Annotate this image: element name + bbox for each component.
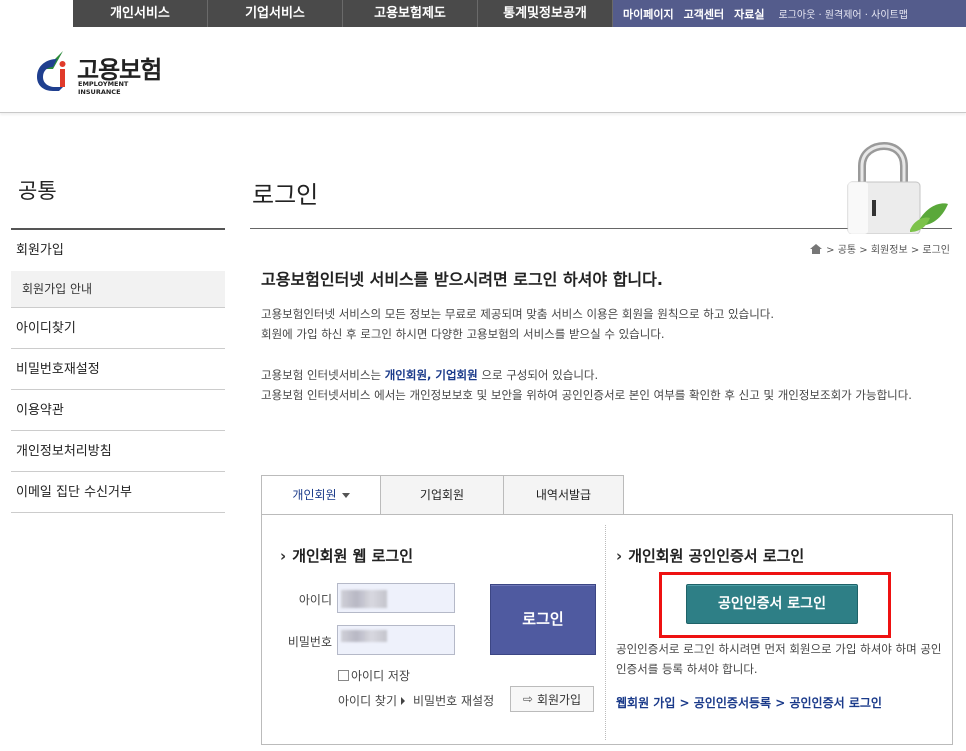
logo-subtext: EMPLOYMENT INSURANCE — [78, 80, 129, 96]
sidebar-subitem-join-guide[interactable]: 회원가입 안내 — [11, 271, 225, 308]
sign-in-icon: ⇨ — [522, 692, 533, 706]
save-id-label: 아이디 저장 — [351, 669, 411, 683]
top-bar-spacer — [0, 0, 73, 27]
cert-login-title: › 개인회원 공인인증서 로그인 — [616, 545, 804, 566]
util-resources-link[interactable]: 자료실 — [734, 6, 764, 22]
chevron-right-icon: › — [280, 547, 287, 565]
login-lead-text: 고용보험인터넷 서비스를 받으시려면 로그인 하셔야 합니다. — [261, 270, 663, 289]
padlock-icon — [847, 142, 948, 234]
logo-mark-icon — [37, 51, 66, 91]
tab-statement-issue[interactable]: 내역서발급 — [504, 475, 624, 515]
menu-statistics[interactable]: 통계및정보공개 — [478, 0, 613, 27]
web-login-title: › 개인회원 웹 로그인 — [280, 545, 413, 566]
menu-business-service[interactable]: 기업서비스 — [208, 0, 343, 27]
util-small-links[interactable]: 로그아웃 · 원격제어 · 사이트맵 — [778, 6, 907, 21]
sidebar-title: 공통 — [18, 179, 57, 203]
main-menu: 개인서비스 기업서비스 고용보험제도 통계및정보공개 — [73, 0, 613, 27]
site-logo[interactable]: 고용보험 EMPLOYMENT INSURANCE — [33, 47, 173, 96]
sidebar-item-email-reject[interactable]: 이메일 집단 수신거부 — [11, 472, 225, 513]
home-icon[interactable] — [810, 243, 823, 254]
join-button[interactable]: ⇨ 회원가입 — [510, 686, 594, 712]
security-notice: 고용보험 인터넷서비스 에서는 개인정보보호 및 보안을 위하여 공인인증서로 … — [261, 388, 912, 402]
certificate-steps-links[interactable]: 웹회원 가입 > 공인인증서등록 > 공인인증서 로그인 — [616, 694, 882, 711]
menu-insurance-system[interactable]: 고용보험제도 — [343, 0, 478, 27]
find-id-link[interactable]: 아이디 찾기 — [338, 692, 397, 709]
page-title: 로그인 — [252, 181, 319, 209]
password-label: 비밀번호 — [287, 635, 332, 649]
caret-down-icon — [341, 493, 350, 498]
tab-personal-member[interactable]: 개인회원 — [261, 475, 381, 515]
site-header: 고용보험 EMPLOYMENT INSURANCE — [0, 27, 966, 113]
password-input[interactable] — [337, 625, 455, 655]
member-types-line: 고용보험 인터넷서비스는 개인회원, 기업회원 으로 구성되어 있습니다. — [261, 365, 951, 385]
cert-login-title-text: 개인회원 공인인증서 로그인 — [628, 547, 805, 565]
sidebar-menu: 회원가입 회원가입 안내 아이디찾기 비밀번호재설정 이용약관 개인정보처리방침… — [11, 228, 225, 513]
intro-paragraph-1: 고용보험인터넷 서비스의 모든 정보는 무료로 제공되며 맞춤 서비스 이용은 … — [261, 304, 951, 344]
intro-paragraph-2: 고용보험 인터넷서비스는 개인회원, 기업회원 으로 구성되어 있습니다. 고용… — [261, 365, 951, 405]
breadcrumb-path[interactable]: > 공통 > 회원정보 > 로그인 — [826, 241, 950, 256]
sidebar-item-reset-password[interactable]: 비밀번호재설정 — [11, 349, 225, 390]
account-help-links: 아이디 찾기 비밀번호 재설정 — [338, 692, 494, 709]
id-label: 아이디 — [298, 593, 332, 607]
triangle-right-icon — [401, 696, 406, 705]
tab-business-member[interactable]: 기업회원 — [381, 475, 504, 515]
menu-personal-service[interactable]: 개인서비스 — [73, 0, 208, 27]
sidebar-item-find-id[interactable]: 아이디찾기 — [11, 308, 225, 349]
member-types-suffix: 으로 구성되어 있습니다. — [477, 368, 599, 382]
util-customer-center-link[interactable]: 고객센터 — [684, 6, 724, 22]
sidebar-item-privacy-policy[interactable]: 개인정보처리방침 — [11, 431, 225, 472]
join-button-label: 회원가입 — [536, 692, 582, 707]
intro-line-1: 고용보험인터넷 서비스의 모든 정보는 무료로 제공되며 맞춤 서비스 이용은 … — [261, 307, 775, 321]
sidebar-item-terms[interactable]: 이용약관 — [11, 390, 225, 431]
panel-divider — [605, 525, 606, 740]
member-types-bold: 개인회원, 기업회원 — [384, 368, 478, 382]
highlight-box — [659, 572, 891, 638]
intro-line-2: 회원에 가입 하신 후 로그인 하시면 다양한 고용보험의 서비스를 받으실 수… — [261, 327, 665, 341]
member-types-prefix: 고용보험 인터넷서비스는 — [261, 368, 385, 382]
member-type-tabs: 개인회원 기업회원 내역서발급 — [261, 475, 624, 515]
reset-password-link[interactable]: 비밀번호 재설정 — [413, 692, 494, 709]
util-mypage-link[interactable]: 마이페이지 — [623, 6, 674, 22]
top-navigation-bar: 개인서비스 기업서비스 고용보험제도 통계및정보공개 마이페이지 고객센터 자료… — [0, 0, 966, 27]
save-id-checkbox[interactable] — [338, 670, 349, 681]
id-input[interactable] — [337, 583, 455, 613]
certificate-description: 공인인증서로 로그인 하시려면 먼저 회원으로 가입 하셔야 하며 공인인증서를… — [616, 642, 942, 676]
breadcrumb: > 공통 > 회원정보 > 로그인 — [810, 241, 950, 256]
login-panel: › 개인회원 웹 로그인 아이디 비밀번호 로그인 아이디 저장 아이디 찾기 비… — [261, 514, 953, 745]
web-login-title-text: 개인회원 웹 로그인 — [292, 547, 414, 565]
save-id-option[interactable]: 아이디 저장 — [338, 667, 410, 684]
password-input-redacted-value — [341, 630, 387, 642]
sidebar-item-join[interactable]: 회원가입 — [11, 230, 225, 271]
login-button[interactable]: 로그인 — [490, 584, 596, 655]
chevron-right-icon: › — [616, 547, 623, 565]
utility-menu: 마이페이지 고객센터 자료실 로그아웃 · 원격제어 · 사이트맵 — [613, 0, 966, 27]
id-input-redacted-value — [341, 590, 387, 608]
tab-personal-label: 개인회원 — [292, 488, 337, 502]
